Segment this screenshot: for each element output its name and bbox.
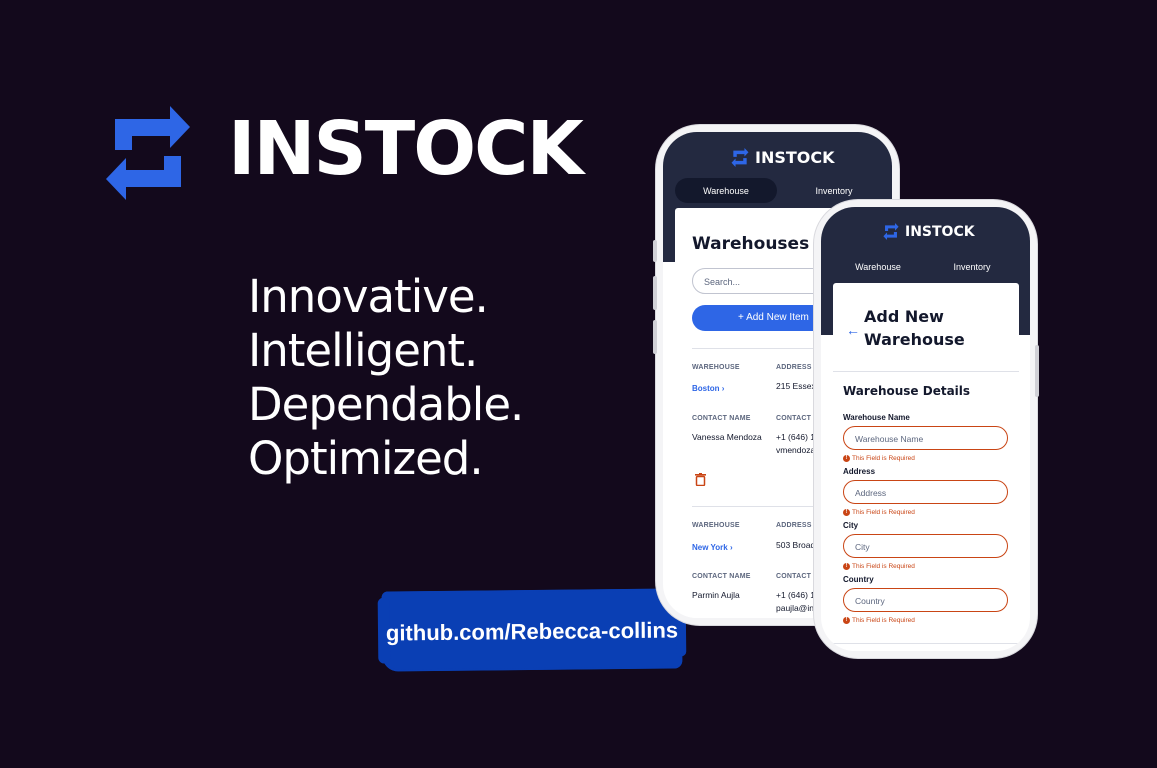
country-input[interactable]: Country xyxy=(843,588,1008,612)
address-input[interactable]: Address xyxy=(843,480,1008,504)
page-title: Add New Warehouse xyxy=(864,307,965,349)
tab-inventory[interactable]: Inventory xyxy=(929,262,1015,272)
error-icon: ! xyxy=(843,563,850,570)
warehouse-name-input[interactable]: Warehouse Name xyxy=(843,426,1008,450)
app-logo-text: INSTOCK xyxy=(755,148,835,167)
field-label-warehouse-name: Warehouse Name xyxy=(843,413,910,422)
field-label-address: Address xyxy=(843,467,876,476)
tagline: Dependable. xyxy=(248,378,524,431)
tagline-list: Innovative. Intelligent. Dependable. Opt… xyxy=(248,270,524,486)
back-arrow-icon[interactable]: ← xyxy=(846,322,860,338)
divider xyxy=(833,643,1019,644)
app-logo[interactable]: INSTOCK xyxy=(883,223,975,240)
phone-volume-button xyxy=(653,320,657,354)
column-label-contact-name: CONTACT NAME xyxy=(692,415,751,422)
tagline: Intelligent. xyxy=(248,324,478,377)
error-message: ! This Field is Required xyxy=(843,617,915,624)
tab-warehouse[interactable]: Warehouse xyxy=(675,178,777,203)
phone-screen: INSTOCK Warehouse Inventory ← Add New Wa… xyxy=(821,207,1030,651)
phone-volume-button xyxy=(653,240,657,262)
tagline: Optimized. xyxy=(248,432,484,485)
contact-name-value: Vanessa Mendoza xyxy=(692,432,762,442)
error-message: ! This Field is Required xyxy=(843,455,915,462)
address-value: 215 Essex xyxy=(776,381,816,391)
field-label-city: City xyxy=(843,521,859,530)
swap-arrows-logo-icon xyxy=(106,106,190,200)
contact-name-value: Parmin Aujla xyxy=(692,590,740,600)
field-label-country: Country xyxy=(843,575,874,584)
error-message: ! This Field is Required xyxy=(843,563,915,570)
column-label-warehouse: WAREHOUSE xyxy=(692,364,740,371)
warehouse-link[interactable]: Boston › xyxy=(692,384,724,393)
page-title: Warehouses xyxy=(692,234,810,254)
add-warehouse-card: ← Add New Warehouse Warehouse Details Wa… xyxy=(833,283,1019,651)
swap-arrows-icon xyxy=(731,148,749,167)
app-logo-text: INSTOCK xyxy=(905,223,975,240)
error-icon: ! xyxy=(843,509,850,516)
error-icon: ! xyxy=(843,617,850,624)
phone-volume-button xyxy=(653,276,657,310)
github-badge[interactable]: github.com/Rebecca-collins xyxy=(381,588,683,672)
column-label-address: ADDRESS xyxy=(776,522,812,529)
section-title: Warehouse Details xyxy=(843,384,971,398)
swap-arrows-icon xyxy=(883,223,899,240)
github-link[interactable]: github.com/Rebecca-collins xyxy=(382,617,682,646)
column-label-address: ADDRESS xyxy=(776,364,812,371)
city-input[interactable]: City xyxy=(843,534,1008,558)
error-icon: ! xyxy=(843,455,850,462)
column-label-warehouse: WAREHOUSE xyxy=(692,522,740,529)
column-label-contact-name: CONTACT NAME xyxy=(692,573,751,580)
tab-warehouse[interactable]: Warehouse xyxy=(835,262,921,272)
warehouse-link[interactable]: New York › xyxy=(692,543,733,552)
delete-icon[interactable] xyxy=(695,473,706,486)
tagline: Innovative. xyxy=(248,270,489,323)
divider xyxy=(833,371,1019,372)
phone-power-button xyxy=(1035,345,1039,397)
brand-title: INSTOCK xyxy=(228,106,584,192)
app-logo[interactable]: INSTOCK xyxy=(731,148,835,167)
phone-mockup-add-warehouse: INSTOCK Warehouse Inventory ← Add New Wa… xyxy=(814,200,1037,658)
error-message: ! This Field is Required xyxy=(843,509,915,516)
